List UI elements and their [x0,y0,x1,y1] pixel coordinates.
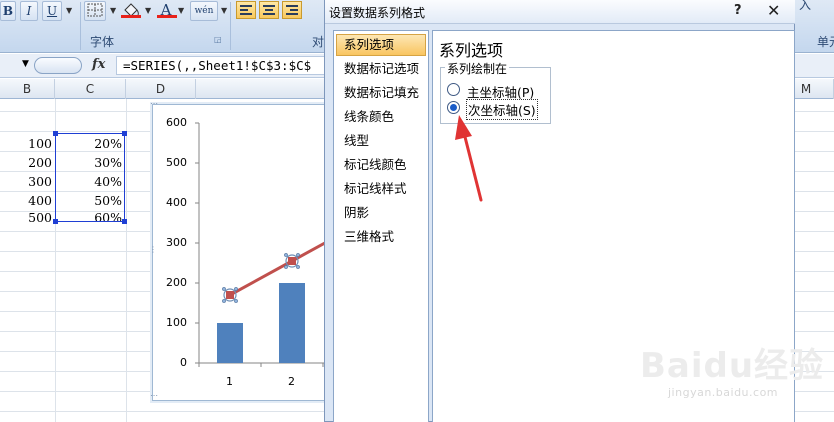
watermark-url: jingyan.baidu.com [668,386,779,399]
baidu-watermark: Baidu经验 jingyan.baidu.com [640,338,834,422]
watermark-text: Baidu经验 [640,346,825,386]
